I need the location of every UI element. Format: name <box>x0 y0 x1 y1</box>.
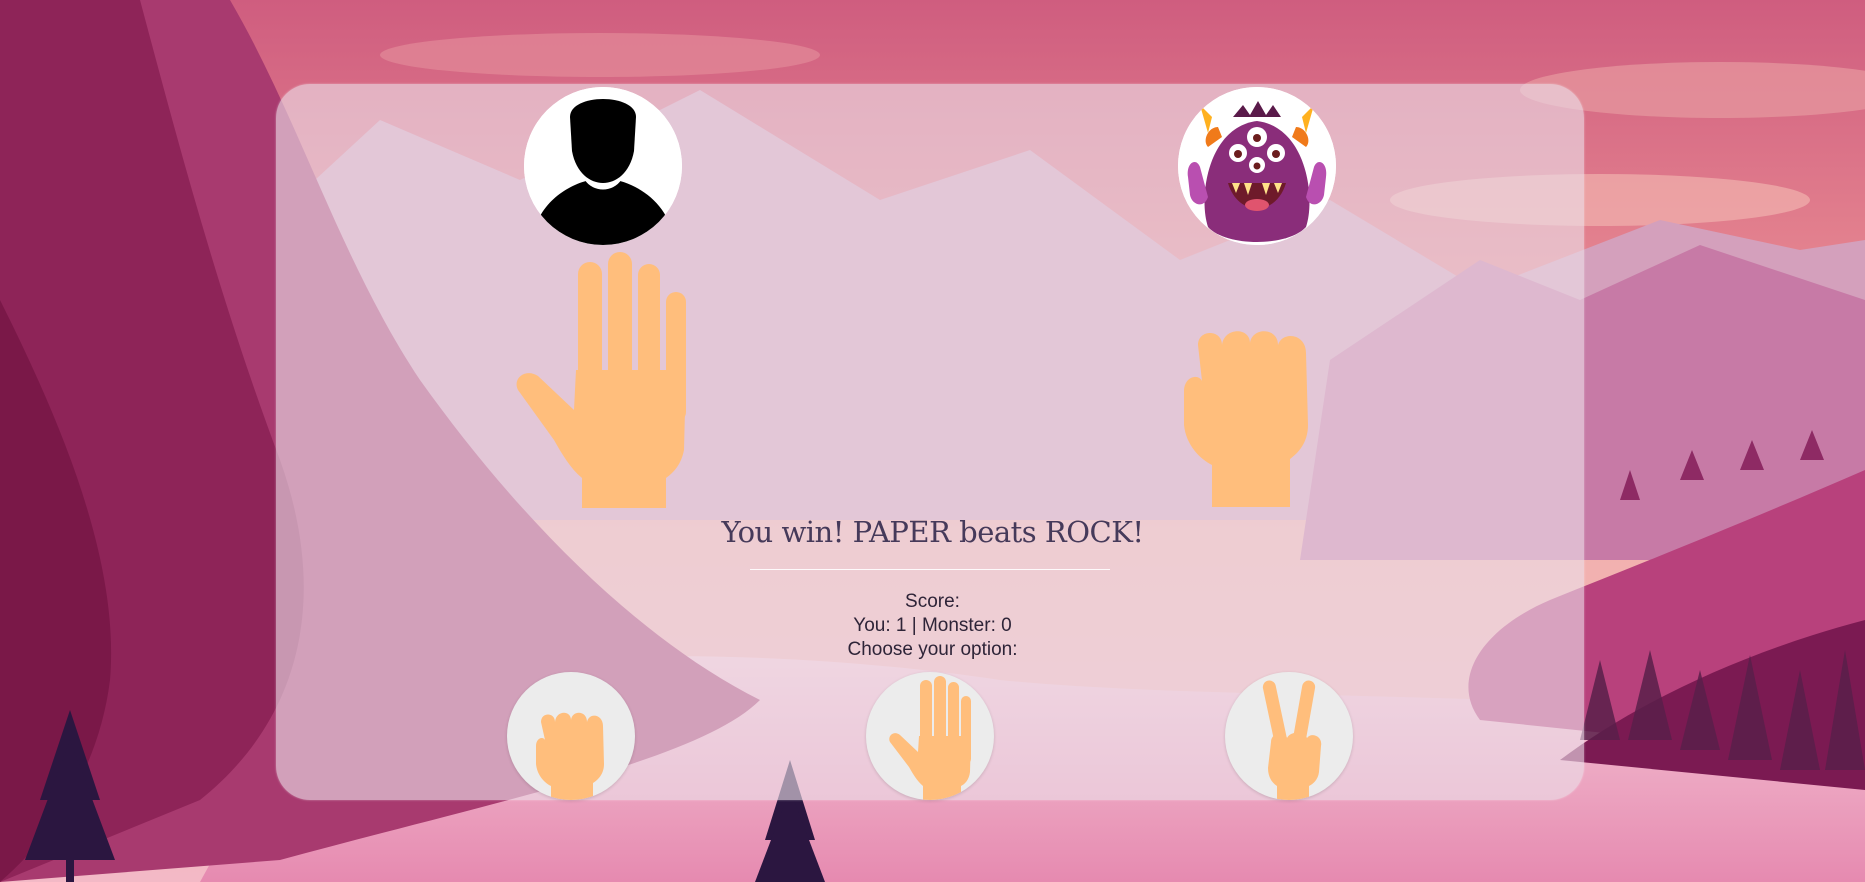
paper-option-button[interactable] <box>866 672 994 800</box>
score-values: You: 1 | Monster: 0 <box>853 615 1012 636</box>
monster-avatar <box>1178 87 1336 245</box>
choose-option-label: Choose your option: <box>847 639 1018 660</box>
monster-choice-rock-hand <box>1178 325 1328 510</box>
result-message: You win! PAPER beats ROCK! <box>721 515 1144 549</box>
open-hand-icon <box>516 252 686 508</box>
player-avatar <box>524 87 682 245</box>
result-divider <box>750 569 1110 570</box>
peace-hand-icon <box>1262 680 1322 800</box>
scissors-option-button[interactable] <box>1225 672 1353 800</box>
fist-icon <box>1184 331 1308 507</box>
score-label: Score: <box>905 591 960 612</box>
open-hand-icon <box>889 676 971 800</box>
monster-icon <box>1178 87 1336 245</box>
fist-icon <box>536 712 604 800</box>
player-choice-paper-hand <box>516 250 696 510</box>
rock-option-button[interactable] <box>507 672 635 800</box>
user-silhouette-icon <box>524 87 682 245</box>
